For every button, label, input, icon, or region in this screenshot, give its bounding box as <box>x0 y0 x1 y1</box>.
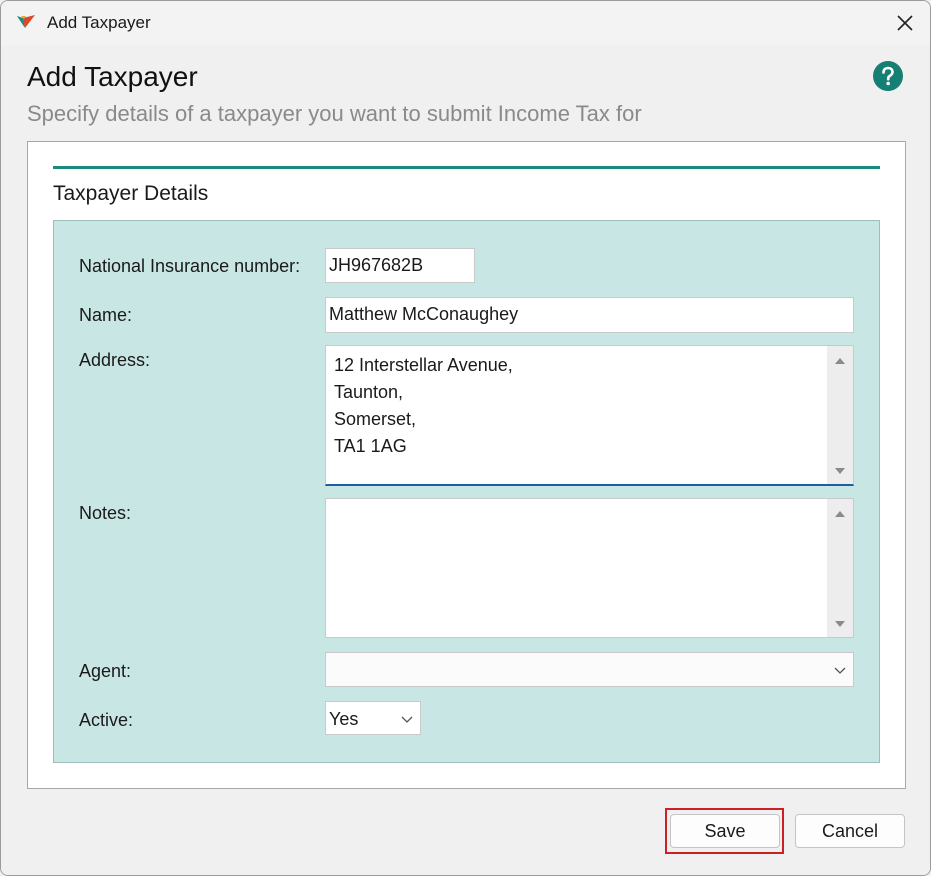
address-textarea[interactable]: 12 Interstellar Avenue, Taunton, Somerse… <box>325 345 854 486</box>
ni-input[interactable]: JH967682B <box>325 248 475 283</box>
notes-scrollbar[interactable] <box>827 499 853 637</box>
name-input[interactable]: Matthew McConaughey <box>325 297 854 333</box>
notes-label: Notes: <box>79 503 132 523</box>
name-label: Name: <box>79 305 133 325</box>
chevron-down-icon <box>401 716 413 723</box>
window-title: Add Taxpayer <box>47 13 151 32</box>
address-scrollbar[interactable] <box>827 346 853 484</box>
details-frame: Taxpayer Details National Insurance numb… <box>27 141 906 789</box>
accent-divider <box>53 166 880 169</box>
notes-textarea[interactable] <box>325 498 854 638</box>
scroll-down-icon[interactable] <box>833 464 847 478</box>
taxpayer-form: National Insurance number: JH967682B Nam… <box>53 220 880 763</box>
cancel-button[interactable]: Cancel <box>795 814 905 848</box>
agent-dropdown[interactable] <box>325 652 854 687</box>
help-icon[interactable] <box>873 61 903 91</box>
active-label: Active: <box>79 710 134 730</box>
chevron-down-icon <box>834 667 846 674</box>
dialog-body: Add Taxpayer Specify details of a taxpay… <box>1 45 930 875</box>
active-value: Yes <box>329 709 359 729</box>
close-icon <box>897 15 913 31</box>
ni-label: National Insurance number: <box>79 256 301 276</box>
scroll-up-icon[interactable] <box>833 507 847 521</box>
scroll-down-icon[interactable] <box>833 617 847 631</box>
address-label: Address: <box>79 350 151 370</box>
dialog-window: Add Taxpayer Add Taxpayer Specify detail… <box>0 0 931 876</box>
active-dropdown[interactable]: Yes <box>325 701 421 735</box>
address-text: 12 Interstellar Avenue, Taunton, Somerse… <box>334 355 513 456</box>
agent-label: Agent: <box>79 661 132 681</box>
title-bar: Add Taxpayer <box>1 1 930 45</box>
section-title: Taxpayer Details <box>53 182 209 205</box>
scroll-up-icon[interactable] <box>833 354 847 368</box>
page-subtitle: Specify details of a taxpayer you want t… <box>27 101 642 126</box>
app-icon <box>17 15 35 28</box>
page-title: Add Taxpayer <box>27 61 198 92</box>
save-button[interactable]: Save <box>670 814 780 848</box>
close-button[interactable] <box>880 1 930 45</box>
